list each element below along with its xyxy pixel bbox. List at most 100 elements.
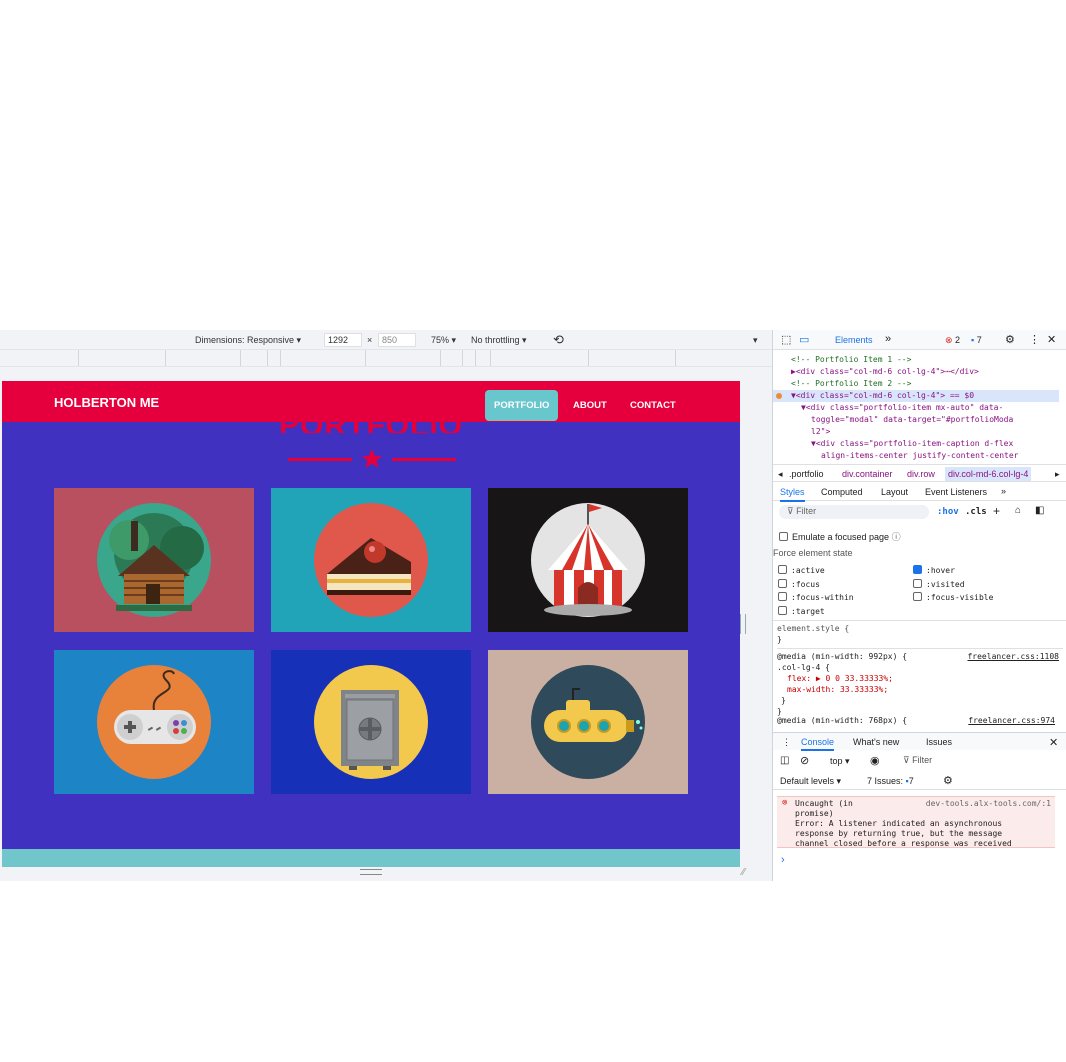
issues-label[interactable]: 7 Issues: ▪7: [867, 776, 914, 786]
tab-styles[interactable]: Styles: [780, 487, 805, 502]
submarine-icon: [544, 688, 643, 742]
breadcrumb-item[interactable]: div.row: [907, 469, 935, 479]
console-levels-row: Default levels ▾ 7 Issues: ▪7 ⚙: [773, 772, 1066, 790]
tab-issues[interactable]: Issues: [926, 737, 952, 747]
force-state-hover[interactable]: :hover: [913, 565, 955, 577]
force-state-active[interactable]: :active: [778, 565, 825, 577]
checkbox[interactable]: [913, 578, 922, 588]
kebab-menu-icon[interactable]: ⋮: [1029, 333, 1040, 346]
tab-whats-new[interactable]: What's new: [853, 737, 899, 747]
dom-node-selected[interactable]: ▼<div class="col-md-6 col-lg-4"> == $0: [773, 390, 1059, 402]
add-rule-icon[interactable]: +: [993, 504, 1000, 518]
nav-link-contact[interactable]: CONTACT: [621, 390, 685, 421]
tab-elements[interactable]: Elements: [835, 335, 873, 345]
resize-corner-icon[interactable]: ⁄⁄: [742, 867, 745, 878]
media-query-ruler[interactable]: [0, 350, 772, 367]
console-error-message[interactable]: ⊗ Uncaught (in dev-tools.alx-tools.com/:1…: [777, 796, 1055, 848]
selector-col-lg-4[interactable]: .col-lg-4 {: [777, 662, 1063, 673]
dom-node[interactable]: ▼<div class="portfolio-item-caption d-fl…: [773, 438, 1059, 450]
checkbox[interactable]: [779, 532, 788, 541]
times-sign: ×: [367, 335, 373, 345]
console-prompt[interactable]: ›: [773, 854, 1066, 868]
breadcrumb-item-selected[interactable]: div.col-md-6.col-lg-4: [945, 467, 1032, 481]
checkbox[interactable]: [913, 565, 922, 574]
close-icon[interactable]: ✕: [1047, 333, 1056, 346]
message-count-badge[interactable]: ▪ 7: [971, 335, 982, 345]
checkbox[interactable]: [778, 605, 787, 615]
resize-handle-bottom[interactable]: [360, 869, 382, 875]
resize-handle-right[interactable]: [740, 614, 746, 634]
breadcrumb-item[interactable]: div.container: [842, 469, 892, 479]
help-icon[interactable]: ⓘ: [892, 532, 901, 542]
dom-node[interactable]: toggle="modal" data-target="#portfolioMo…: [773, 414, 1059, 426]
checkbox[interactable]: [778, 592, 787, 601]
error-count-badge[interactable]: ⊗ 2: [945, 335, 960, 346]
eye-icon[interactable]: ◉: [870, 754, 880, 767]
styles-filter-input[interactable]: ⊽ Filter: [779, 505, 929, 519]
clear-console-icon[interactable]: ⊘: [800, 754, 809, 767]
portfolio-item-submarine[interactable]: [488, 650, 688, 794]
portfolio-item-cake[interactable]: [271, 488, 471, 632]
hov-toggle[interactable]: :hov: [937, 507, 959, 517]
nav-link-portfolio[interactable]: PORTFOLIO: [485, 390, 559, 421]
console-filter-input[interactable]: ⊽ Filter: [895, 754, 1035, 768]
force-state-focus[interactable]: :focus: [778, 578, 820, 591]
tab-event-listeners[interactable]: Event Listeners: [925, 487, 987, 497]
width-input[interactable]: 1292: [324, 333, 362, 347]
css-prop-flex[interactable]: flex: ▶ 0 0 33.33333%;: [777, 673, 1063, 684]
dimensions-dropdown[interactable]: Dimensions: Responsive ▾: [195, 335, 301, 346]
close-drawer-icon[interactable]: ✕: [1049, 736, 1058, 749]
height-input[interactable]: 850: [378, 333, 416, 347]
sidebar-icon[interactable]: ◫: [780, 755, 789, 766]
tab-layout[interactable]: Layout: [881, 487, 908, 497]
force-state-focus-within[interactable]: :focus-within: [778, 592, 854, 604]
more-style-tabs-icon[interactable]: »: [1001, 486, 1006, 496]
breadcrumb: ◂ .portfolio div.container div.row div.c…: [773, 464, 1066, 482]
inspect-icon[interactable]: ⬚: [781, 333, 791, 346]
nav-link-about[interactable]: ABOUT: [564, 390, 616, 421]
checkbox[interactable]: [778, 578, 787, 588]
paint-icon[interactable]: ⌂: [1015, 505, 1021, 516]
console-settings-icon[interactable]: ⚙: [943, 774, 953, 787]
breadcrumb-scroll-right-icon[interactable]: ▸: [1055, 469, 1060, 480]
error-source-link[interactable]: dev-tools.alx-tools.com/:1: [926, 799, 1051, 809]
throttling-dropdown[interactable]: No throttling ▾: [471, 335, 527, 346]
force-state-visited[interactable]: :visited: [913, 578, 965, 591]
dom-node[interactable]: l2">: [773, 426, 1059, 438]
dom-node[interactable]: <!-- Portfolio Item 2 -->: [773, 378, 1059, 390]
breadcrumb-item[interactable]: .portfolio: [789, 469, 824, 479]
portfolio-item-tent[interactable]: [488, 488, 688, 632]
dom-node[interactable]: <!-- Portfolio Item 1 -->: [773, 354, 1059, 366]
settings-icon[interactable]: ⚙: [1005, 333, 1015, 346]
tab-console[interactable]: Console: [801, 737, 835, 751]
portfolio-item-cabin[interactable]: [54, 488, 254, 632]
device-toggle-icon[interactable]: ▭: [799, 333, 809, 346]
css-prop-max-width[interactable]: max-width: 33.33333%;: [777, 684, 1063, 695]
rotate-icon[interactable]: ⟲: [553, 332, 564, 348]
portfolio-item-controller[interactable]: [54, 650, 254, 794]
element-style-rule[interactable]: element.style {: [777, 624, 849, 633]
checkbox[interactable]: [913, 592, 922, 601]
force-state-focus-visible[interactable]: :focus-visible: [913, 592, 993, 604]
sidebar-toggle-icon[interactable]: ◧: [1035, 505, 1044, 516]
portfolio-item-safe[interactable]: [271, 650, 471, 794]
dom-node[interactable]: ▶<div class="col-md-6 col-lg-4">⋯</div>: [773, 366, 1059, 378]
checkbox[interactable]: [778, 565, 787, 574]
default-levels-dropdown[interactable]: Default levels ▾: [780, 776, 841, 787]
emulate-focus-row[interactable]: Emulate a focused page ⓘ: [773, 529, 1066, 543]
context-selector[interactable]: top ▾: [830, 756, 850, 767]
zoom-dropdown[interactable]: 75% ▾: [431, 335, 456, 346]
cls-toggle[interactable]: .cls: [965, 507, 987, 517]
source-link-974[interactable]: freelancer.css:974: [968, 716, 1055, 725]
drawer-menu-icon[interactable]: ⋮: [782, 737, 791, 748]
brand-link[interactable]: HOLBERTON ME: [54, 395, 159, 410]
tab-computed[interactable]: Computed: [821, 487, 863, 497]
dom-node[interactable]: ▼<div class="portfolio-item mx-auto" dat…: [773, 402, 1059, 414]
force-state-target[interactable]: :target: [778, 605, 825, 618]
more-options-icon[interactable]: ▾: [753, 335, 758, 346]
dom-node[interactable]: align-items-center justify-content-cente…: [773, 450, 1059, 462]
more-tabs-icon[interactable]: »: [885, 333, 891, 345]
rule-close: }: [781, 696, 786, 705]
source-link-1108[interactable]: freelancer.css:1108: [967, 651, 1059, 662]
breadcrumb-scroll-left-icon[interactable]: ◂: [778, 469, 783, 480]
